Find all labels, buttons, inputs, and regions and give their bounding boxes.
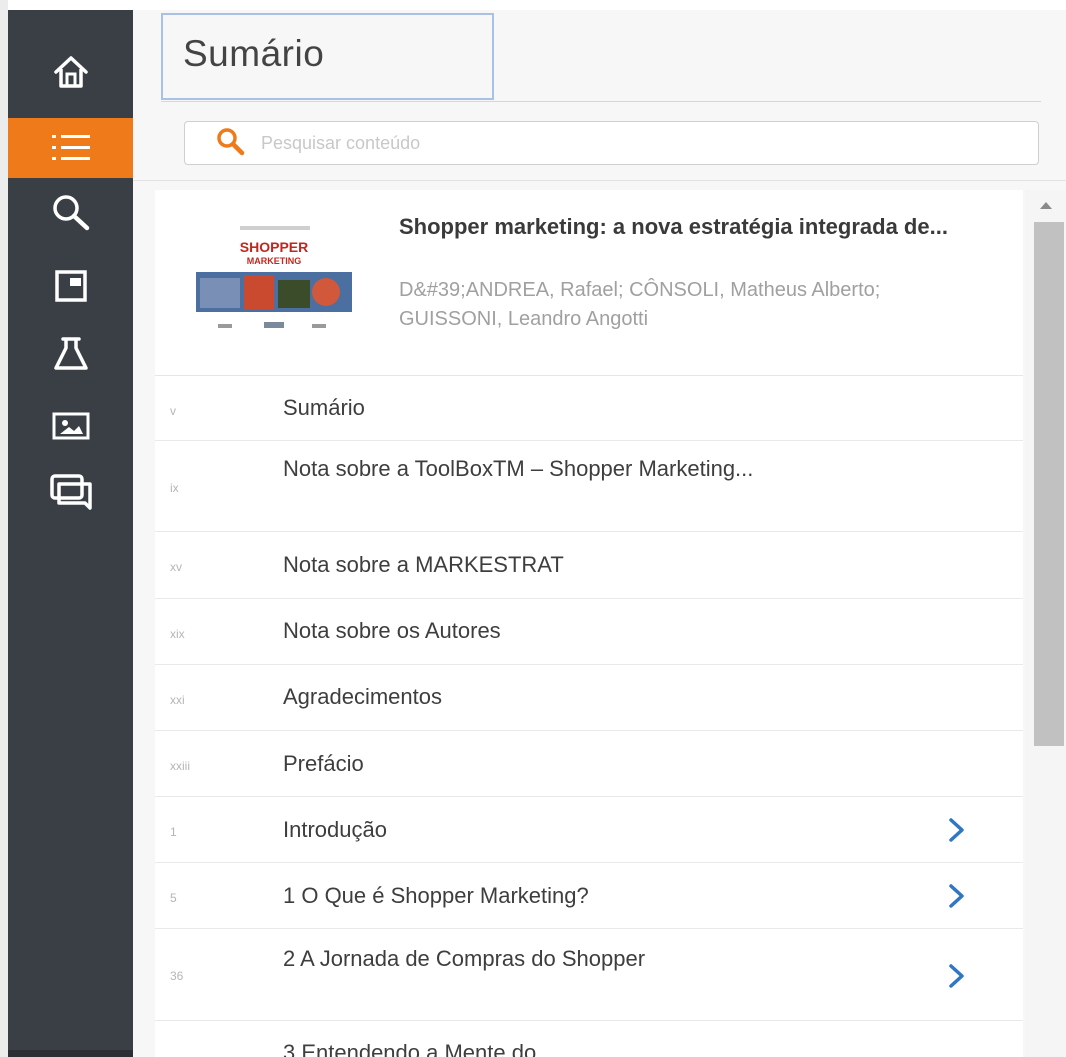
toc-label: Nota sobre a ToolBoxTM – Shopper Marketi… xyxy=(283,456,754,481)
book-cover: SHOPPER MARKETING xyxy=(194,220,354,340)
toc-item[interactable]: ix Nota sobre a ToolBoxTM – Shopper Mark… xyxy=(155,441,1023,532)
toc-page-number: xix xyxy=(170,627,185,641)
toc-item[interactable]: 1 Introdução xyxy=(155,797,1023,863)
divider xyxy=(133,180,1066,181)
toc-item[interactable]: xxi Agradecimentos xyxy=(155,665,1023,731)
sidebar-item-gallery[interactable] xyxy=(8,396,133,456)
toc-label: Prefácio xyxy=(283,751,364,776)
toc-item[interactable]: xv Nota sobre a MARKESTRAT xyxy=(155,532,1023,599)
toc-page-number: xxi xyxy=(170,693,185,707)
toc-item[interactable]: xix Nota sobre os Autores xyxy=(155,599,1023,665)
bookmark-icon xyxy=(53,268,89,304)
list-icon xyxy=(50,131,92,165)
book-authors: D&#39;ANDREA, Rafael; CÔNSOLI, Matheus A… xyxy=(399,279,881,330)
toc-item[interactable]: xxiii Prefácio xyxy=(155,731,1023,797)
scroll-up-button[interactable] xyxy=(1025,190,1066,222)
search-field[interactable] xyxy=(184,121,1039,165)
toc-label: 1 O Que é Shopper Marketing? xyxy=(283,883,589,908)
toc-item[interactable]: 3 Entendendo a Mente do xyxy=(155,1021,1023,1057)
sidebar-item-home[interactable] xyxy=(8,42,133,102)
toc-page-number: v xyxy=(170,404,176,418)
search-input[interactable] xyxy=(259,131,963,155)
chevron-right-icon[interactable] xyxy=(947,817,967,848)
toc-page-number: ix xyxy=(170,481,179,495)
book-header[interactable]: SHOPPER MARKETING Shopper marketing: a n… xyxy=(155,190,1023,376)
toc-list: SHOPPER MARKETING Shopper marketing: a n… xyxy=(155,190,1023,1057)
book-title: Shopper marketing: a nova estratégia int… xyxy=(399,214,948,239)
search-icon xyxy=(185,126,245,161)
sidebar-item-summary[interactable] xyxy=(8,118,133,178)
sidebar-item-notes[interactable] xyxy=(8,462,133,522)
toc-label: 2 A Jornada de Compras do Shopper xyxy=(283,946,646,971)
comments-icon xyxy=(49,472,93,512)
toc-label: 3 Entendendo a Mente do xyxy=(283,1040,537,1057)
toc-label: Introdução xyxy=(283,817,387,842)
toc-label: Nota sobre a MARKESTRAT xyxy=(283,552,564,577)
sidebar-item-search[interactable] xyxy=(8,182,133,242)
image-icon xyxy=(52,411,90,441)
toc-page-number: xv xyxy=(170,560,182,574)
toc-label: Sumário xyxy=(283,395,365,420)
search-icon xyxy=(50,191,92,233)
toc-item[interactable]: 36 2 A Jornada de Compras do Shopper xyxy=(155,929,1023,1021)
toc-page-number: 36 xyxy=(170,969,184,983)
window-edge xyxy=(0,0,8,1057)
toc-page-number: 1 xyxy=(170,825,177,839)
toc-label: Nota sobre os Autores xyxy=(283,618,501,643)
sidebar-item-lab[interactable] xyxy=(8,324,133,384)
toc-label: Agradecimentos xyxy=(283,684,442,709)
flask-icon xyxy=(51,334,91,374)
scrollbar[interactable] xyxy=(1025,190,1066,1057)
chevron-right-icon[interactable] xyxy=(947,963,967,994)
sidebar-footer xyxy=(8,1050,133,1057)
divider xyxy=(161,101,1041,102)
toc-item[interactable]: 5 1 O Que é Shopper Marketing? xyxy=(155,863,1023,929)
cover-title-line: SHOPPER xyxy=(240,239,308,255)
page-title: Sumário xyxy=(183,33,325,74)
sidebar xyxy=(8,10,133,1057)
scrollbar-thumb[interactable] xyxy=(1034,222,1064,746)
home-icon xyxy=(51,52,91,92)
cover-title-line: MARKETING xyxy=(247,256,302,266)
toc-page-number: xxiii xyxy=(170,759,190,773)
sidebar-item-bookmark[interactable] xyxy=(8,256,133,316)
toc-item[interactable]: v Sumário xyxy=(155,376,1023,441)
chevron-right-icon[interactable] xyxy=(947,883,967,914)
triangle-up-icon xyxy=(1039,197,1053,215)
toc-page-number: 5 xyxy=(170,891,177,905)
